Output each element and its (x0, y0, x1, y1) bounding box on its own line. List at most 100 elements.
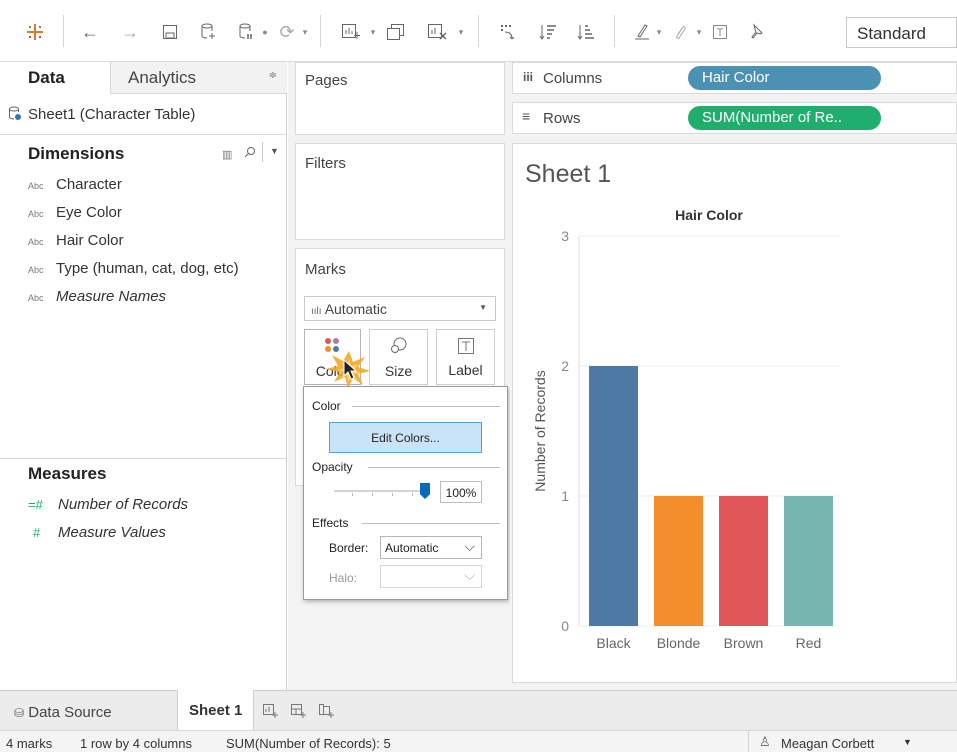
dimension-item-type[interactable]: Abc Type (human, cat, dog, etc) (28, 260, 239, 277)
show-mark-labels-icon[interactable] (706, 18, 734, 46)
columns-pill-label: Hair Color (702, 69, 770, 86)
pages-card-title: Pages (305, 72, 348, 89)
search-icon[interactable] (244, 146, 256, 161)
dimensions-menu-icon[interactable]: ▼ (270, 146, 279, 156)
edit-colors-button[interactable]: Edit Colors... (329, 422, 482, 453)
new-datasource-icon[interactable] (196, 18, 220, 46)
caret-down-icon[interactable]: ▾ (654, 18, 664, 46)
dimension-item-character[interactable]: Abc Character (28, 176, 122, 193)
mark-type-dropdown[interactable]: ıılı Automatic ▼ (304, 296, 496, 321)
user-menu[interactable]: ♙ Meagan Corbett ▼ (748, 731, 957, 752)
size-button[interactable]: Size (369, 329, 428, 385)
sort-ascending-icon[interactable] (534, 18, 562, 46)
dimension-item-hair-color[interactable]: Abc Hair Color (28, 232, 124, 249)
new-dashboard-tab-icon[interactable] (290, 703, 306, 722)
rows-pill[interactable]: SUM(Number of Re.. (688, 106, 881, 130)
dimension-label: Measure Names (56, 288, 167, 305)
tab-data-source-label: Data Source (28, 704, 112, 721)
label-button[interactable]: Label (436, 329, 495, 385)
pause-updates-icon[interactable] (234, 18, 258, 46)
filters-card[interactable]: Filters (295, 143, 505, 240)
clear-sheet-icon[interactable] (422, 18, 452, 46)
caret-down-icon[interactable]: ● (260, 18, 270, 46)
undo-icon[interactable]: ← (78, 18, 102, 46)
bar (654, 496, 703, 626)
string-type-icon: Abc (28, 293, 44, 303)
pin-axes-icon[interactable] (744, 18, 768, 46)
tab-menu-icon[interactable]: ≑ (269, 70, 277, 81)
redo-icon[interactable]: → (118, 18, 142, 46)
mark-type-label: Automatic (324, 301, 387, 317)
dimension-label: Hair Color (56, 232, 124, 249)
bar (589, 366, 638, 626)
edit-colors-label: Edit Colors... (371, 431, 440, 445)
group-clip-icon[interactable] (668, 18, 692, 46)
y-tick-label: 2 (561, 358, 569, 374)
tableau-logo-icon[interactable] (22, 18, 48, 46)
dimension-label: Type (human, cat, dog, etc) (56, 260, 239, 277)
columns-shelf[interactable]: iii Columns Hair Color (512, 62, 957, 94)
halo-dropdown: ⌵ (380, 565, 482, 588)
border-value: Automatic (385, 541, 439, 555)
opacity-slider-thumb[interactable] (420, 483, 430, 499)
opacity-value-field[interactable]: 100% (440, 481, 482, 503)
tab-sheet-1[interactable]: Sheet 1 (177, 690, 254, 731)
caret-down-icon[interactable]: ▾ (368, 18, 378, 46)
sheet-tabs-bar: ⛁ Data Source Sheet 1 (0, 690, 957, 731)
bar (719, 496, 768, 626)
chevron-down-icon: ⌵ (464, 538, 475, 554)
user-name: Meagan Corbett (781, 736, 875, 751)
border-dropdown[interactable]: Automatic ⌵ (380, 536, 482, 559)
y-axis-label: Number of Records (532, 370, 548, 491)
chart-view: Sheet 1 Hair Color 0 1 2 3 Number of Records B… (512, 143, 957, 683)
opacity-slider[interactable] (334, 483, 432, 499)
tab-data-source[interactable]: ⛁ Data Source (0, 691, 176, 730)
effects-section-label: Effects (312, 516, 349, 530)
view-size-dropdown[interactable]: Standard (846, 17, 957, 48)
swap-rows-columns-icon[interactable] (494, 18, 522, 46)
color-popup: Color Edit Colors... Opacity 100% Effect… (303, 386, 508, 600)
new-worksheet-icon[interactable] (336, 18, 366, 46)
columns-icon: iii (523, 70, 534, 84)
chevron-down-icon: ▼ (479, 303, 487, 312)
string-type-icon: Abc (28, 209, 44, 219)
dimension-item-eye-color[interactable]: Abc Eye Color (28, 204, 122, 221)
string-type-icon: Abc (28, 181, 44, 191)
measure-item-number-of-records[interactable]: =# Number of Records (28, 496, 188, 513)
rows-icon: ≡ (522, 108, 531, 124)
tab-data[interactable]: Data (0, 62, 110, 94)
dimension-label: Eye Color (56, 204, 122, 221)
x-tick-label: Blonde (657, 635, 701, 651)
pages-card[interactable]: Pages (295, 62, 505, 135)
datasource-label: Sheet1 (Character Table) (28, 106, 196, 123)
label-icon (457, 337, 474, 354)
sort-descending-icon[interactable] (572, 18, 600, 46)
caret-down-icon: ▼ (903, 737, 912, 747)
highlight-pen-icon[interactable] (630, 18, 654, 46)
tab-analytics[interactable]: Analytics ≑ (110, 62, 287, 94)
save-icon[interactable] (158, 18, 182, 46)
new-worksheet-tab-icon[interactable] (262, 703, 278, 722)
dimension-item-measure-names[interactable]: Abc Measure Names (28, 288, 166, 305)
caret-down-icon[interactable]: ▾ (694, 18, 704, 46)
caret-down-icon[interactable]: ▾ (300, 18, 310, 46)
new-story-tab-icon[interactable] (318, 703, 334, 722)
label-button-label: Label (448, 361, 483, 378)
y-tick-label: 1 (561, 488, 569, 504)
view-toggle-icon[interactable]: ▥ (222, 148, 232, 161)
y-tick-label: 3 (561, 228, 569, 244)
string-type-icon: Abc (28, 265, 44, 275)
dimension-label: Character (56, 176, 122, 193)
rows-shelf-label: Rows (543, 110, 581, 127)
caret-down-icon[interactable]: ▾ (456, 18, 466, 46)
status-marks: 4 marks (6, 736, 53, 751)
tab-sheet-1-label: Sheet 1 (189, 702, 243, 719)
duplicate-sheet-icon[interactable] (381, 18, 411, 46)
refresh-icon[interactable]: ⟳ (275, 18, 299, 46)
rows-shelf[interactable]: ≡ Rows SUM(Number of Re.. (512, 102, 957, 134)
chart-title: Hair Color (675, 207, 743, 223)
columns-pill[interactable]: Hair Color (688, 66, 881, 90)
datasource-item[interactable]: Sheet1 (Character Table) (8, 106, 195, 125)
rows-pill-label: SUM(Number of Re.. (702, 109, 843, 126)
measure-item-measure-values[interactable]: # Measure Values (28, 524, 166, 541)
